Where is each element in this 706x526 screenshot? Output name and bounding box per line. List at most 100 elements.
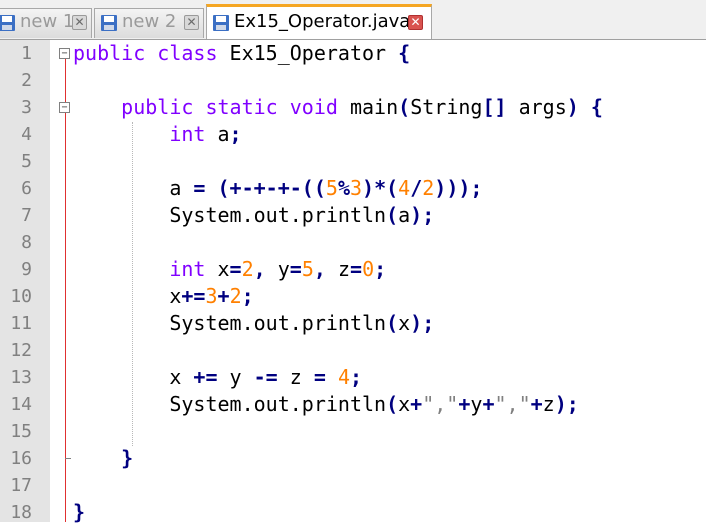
- code-token: (+-+-+-((: [217, 176, 326, 200]
- line-number: 4: [21, 124, 32, 145]
- code-token: ;: [374, 257, 387, 281]
- line-number: 7: [21, 205, 32, 226]
- code-token: +=: [181, 284, 206, 308]
- save-disk-icon: [101, 15, 117, 31]
- code-token: x: [205, 257, 230, 281]
- line-number: 12: [10, 340, 32, 361]
- save-disk-icon: [213, 15, 229, 31]
- line-number: 10: [10, 286, 32, 307]
- code-line: int a;: [73, 121, 242, 148]
- code-token: +: [458, 392, 471, 416]
- code-token: /: [410, 176, 423, 200]
- fold-line: [65, 57, 66, 522]
- code-token: 2: [229, 284, 242, 308]
- code-token: (: [398, 95, 411, 119]
- code-token: y: [265, 257, 290, 281]
- code-token: void: [289, 95, 338, 119]
- code-token: 0: [362, 257, 375, 281]
- fold-collapse-icon[interactable]: −: [59, 102, 70, 113]
- code-token: ): [566, 95, 579, 119]
- code-token: +: [530, 392, 543, 416]
- code-token: }: [73, 500, 86, 524]
- code-token: z: [277, 365, 314, 389]
- code-token: System.out.println: [73, 203, 387, 227]
- tab-label: Ex15_Operator.java: [234, 11, 411, 32]
- code-line: int x=2, y=5, z=0;: [73, 256, 386, 283]
- code-token: x: [398, 311, 411, 335]
- tab-ex15-operator[interactable]: Ex15_Operator.java ✕: [206, 4, 432, 39]
- code-token: ;: [229, 122, 242, 146]
- fold-end-marker: [65, 458, 71, 459]
- code-line: System.out.println(x);: [73, 310, 434, 337]
- code-token: ,: [313, 257, 326, 281]
- line-number: 11: [10, 313, 32, 334]
- code-token: class: [157, 41, 218, 65]
- line-number: 5: [21, 151, 32, 172]
- code-token: y: [470, 392, 483, 416]
- code-token: ",": [422, 392, 459, 416]
- code-line: System.out.println(x+","+y+","+z);: [73, 391, 579, 418]
- code-token: args: [506, 95, 567, 119]
- code-token: []: [482, 95, 507, 119]
- code-token: );: [410, 203, 435, 227]
- line-number: 14: [10, 394, 32, 415]
- code-token: main: [337, 95, 399, 119]
- line-number: 17: [10, 475, 32, 496]
- code-token: x: [398, 392, 411, 416]
- code-token: public: [121, 95, 194, 119]
- tab-new-1[interactable]: new 1 ✕: [0, 8, 92, 38]
- code-line: public class Ex15_Operator {: [73, 40, 410, 67]
- code-token: 4: [398, 176, 411, 200]
- line-number: 16: [10, 448, 32, 469]
- code-line: public static void main(String[] args) {: [73, 94, 603, 121]
- code-token: =: [289, 257, 302, 281]
- code-token: (: [386, 392, 399, 416]
- code-token: {: [398, 41, 411, 65]
- code-token: +: [410, 392, 423, 416]
- code-token: =: [229, 257, 242, 281]
- code-token: 2: [241, 257, 254, 281]
- code-token: x: [73, 284, 182, 308]
- tab-label: new 1: [20, 11, 75, 32]
- line-number: 15: [10, 421, 32, 442]
- code-token: x: [73, 365, 194, 389]
- code-token: );: [410, 311, 435, 335]
- close-tab-icon[interactable]: ✕: [72, 15, 87, 30]
- close-tab-icon[interactable]: ✕: [408, 15, 423, 30]
- code-token: 2: [422, 176, 435, 200]
- line-number: 8: [21, 232, 32, 253]
- code-token: %: [337, 176, 350, 200]
- tab-new-2[interactable]: new 2 ✕: [94, 8, 204, 38]
- code-token: ;: [350, 365, 363, 389]
- tab-label: new 2: [122, 11, 177, 32]
- fold-collapse-icon[interactable]: −: [59, 48, 70, 59]
- code-token: ",": [494, 392, 531, 416]
- code-token: 3: [349, 176, 363, 200]
- code-token: Ex15_Operator: [217, 41, 399, 65]
- code-token: a: [205, 122, 230, 146]
- code-editor[interactable]: − − 1 public class Ex15_Operator {2 3 publ…: [0, 40, 706, 524]
- code-token: {: [590, 95, 603, 119]
- code-token: int: [169, 257, 206, 281]
- code-token: z: [325, 257, 351, 281]
- line-number: 1: [21, 43, 32, 64]
- code-token: ;: [241, 284, 254, 308]
- code-token: -=: [253, 365, 278, 389]
- code-token: =: [193, 176, 206, 200]
- code-token: );: [554, 392, 579, 416]
- code-token: (: [386, 311, 399, 335]
- code-token: int: [169, 122, 206, 146]
- close-tab-icon[interactable]: ✕: [184, 15, 199, 30]
- code-token: 3: [205, 284, 218, 308]
- code-token: y: [217, 365, 254, 389]
- code-token: 5: [325, 176, 338, 200]
- code-line: System.out.println(a);: [73, 202, 434, 229]
